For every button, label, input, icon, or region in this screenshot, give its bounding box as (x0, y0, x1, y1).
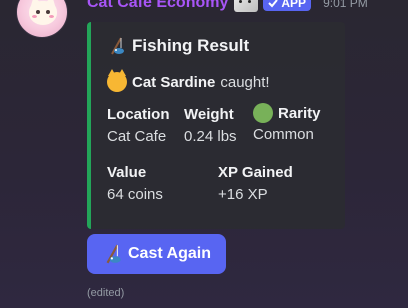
avatar-eye-left (36, 10, 40, 14)
field-rarity: Rarity Common (253, 103, 321, 143)
field-name: XP Gained (218, 164, 293, 181)
server-tag-icon[interactable] (234, 0, 259, 12)
field-name: Location (107, 106, 170, 123)
field-xp-gained: XP Gained +16 XP (218, 164, 293, 203)
cast-again-button[interactable]: Cast Again (87, 234, 226, 274)
field-name-row: Rarity (253, 103, 321, 123)
edited-label: (edited) (87, 287, 125, 299)
bot-avatar[interactable] (16, 0, 68, 38)
green-circle-icon (253, 103, 273, 123)
caught-text: caught! (220, 73, 270, 91)
embed-title-text: Fishing Result (132, 36, 250, 55)
message-header: Cat Cafe Economy APP 9:01 PM (87, 0, 368, 13)
field-value: +16 XP (218, 186, 268, 203)
field-name: Rarity (278, 104, 321, 122)
fishing-rod-icon (111, 37, 124, 55)
avatar-blush-left (32, 15, 37, 18)
app-badge: APP (263, 0, 312, 11)
avatar-blush-right (49, 15, 54, 18)
username[interactable]: Cat Cafe Economy (87, 0, 228, 12)
avatar-eye-right (46, 10, 50, 14)
fishing-rod-icon (106, 244, 121, 264)
fish-name: Cat Sardine (132, 73, 216, 91)
cat-face-icon (107, 69, 127, 92)
app-badge-label: APP (281, 0, 307, 10)
cat-face-icon (29, 1, 57, 25)
field-weight: Weight 0.24 lbs (184, 106, 237, 145)
embed-description: Cat Sardine caught! (107, 69, 270, 92)
embed-title: Fishing Result (107, 36, 249, 56)
fishing-result-embed: Fishing Result Cat Sardine caught! Locat… (87, 22, 345, 229)
field-value: Common (253, 126, 314, 143)
checkmark-icon (268, 0, 279, 8)
field-value: 0.24 lbs (184, 128, 237, 145)
field-value: Cat Cafe (107, 128, 167, 145)
message-timestamp[interactable]: 9:01 PM (323, 0, 368, 10)
field-name: Value (107, 164, 147, 181)
field-location: Location Cat Cafe (107, 106, 170, 145)
cast-again-label: Cast Again (128, 245, 211, 262)
field-name: Weight (184, 106, 234, 123)
field-value-coins: Value 64 coins (107, 164, 163, 203)
field-value: 64 coins (107, 186, 163, 203)
